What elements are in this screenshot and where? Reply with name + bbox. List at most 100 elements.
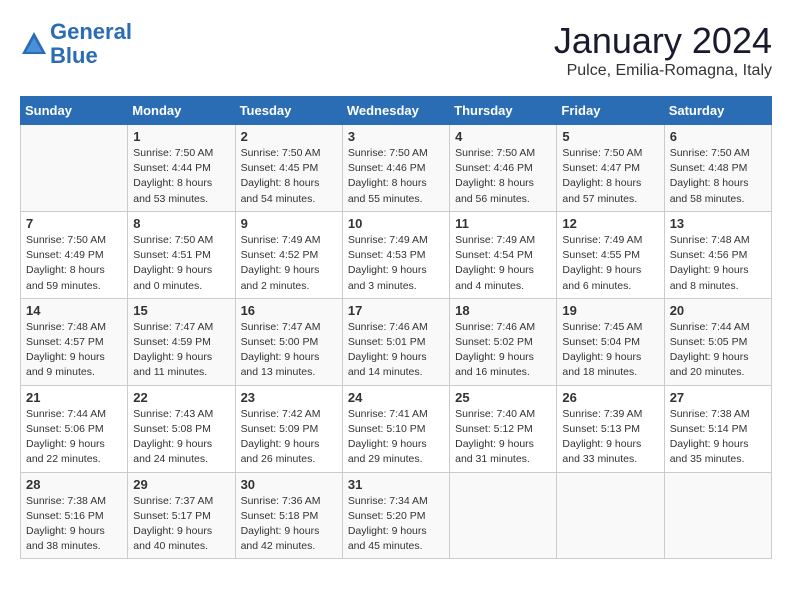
day-number: 2 [241, 129, 337, 144]
header-sunday: Sunday [21, 97, 128, 125]
logo-icon [20, 30, 48, 58]
page-header: General Blue January 2024 Pulce, Emilia-… [20, 20, 772, 80]
calendar-cell: 11 Sunrise: 7:49 AMSunset: 4:54 PMDayligh… [450, 211, 557, 298]
calendar-cell: 21 Sunrise: 7:44 AMSunset: 5:06 PMDayligh… [21, 385, 128, 472]
day-number: 7 [26, 216, 122, 231]
calendar-cell: 19 Sunrise: 7:45 AMSunset: 5:04 PMDayligh… [557, 298, 664, 385]
calendar-cell: 13 Sunrise: 7:48 AMSunset: 4:56 PMDayligh… [664, 211, 771, 298]
day-info: Sunrise: 7:50 AMSunset: 4:46 PMDaylight:… [348, 146, 444, 207]
day-info: Sunrise: 7:47 AMSunset: 5:00 PMDaylight:… [241, 320, 337, 381]
day-number: 4 [455, 129, 551, 144]
day-number: 17 [348, 303, 444, 318]
calendar-cell: 1 Sunrise: 7:50 AMSunset: 4:44 PMDaylight… [128, 125, 235, 212]
day-number: 11 [455, 216, 551, 231]
header-monday: Monday [128, 97, 235, 125]
day-info: Sunrise: 7:38 AMSunset: 5:14 PMDaylight:… [670, 407, 766, 468]
day-info: Sunrise: 7:41 AMSunset: 5:10 PMDaylight:… [348, 407, 444, 468]
calendar-cell: 23Sunrise: 7:42 AMSunset: 5:09 PMDayligh… [235, 385, 342, 472]
calendar-cell: 10Sunrise: 7:49 AMSunset: 4:53 PMDayligh… [342, 211, 449, 298]
calendar-cell: 18 Sunrise: 7:46 AMSunset: 5:02 PMDayligh… [450, 298, 557, 385]
day-info: Sunrise: 7:43 AMSunset: 5:08 PMDaylight:… [133, 407, 229, 468]
calendar-cell: 14 Sunrise: 7:48 AMSunset: 4:57 PMDayligh… [21, 298, 128, 385]
calendar-table: SundayMondayTuesdayWednesdayThursdayFrid… [20, 96, 772, 559]
day-number: 18 [455, 303, 551, 318]
day-info: Sunrise: 7:46 AMSunset: 5:01 PMDaylight:… [348, 320, 444, 381]
day-info: Sunrise: 7:40 AMSunset: 5:12 PMDaylight:… [455, 407, 551, 468]
calendar-cell: 20Sunrise: 7:44 AMSunset: 5:05 PMDayligh… [664, 298, 771, 385]
day-info: Sunrise: 7:50 AMSunset: 4:47 PMDaylight:… [562, 146, 658, 207]
day-number: 21 [26, 390, 122, 405]
calendar-week-row: 1 Sunrise: 7:50 AMSunset: 4:44 PMDaylight… [21, 125, 772, 212]
day-number: 3 [348, 129, 444, 144]
day-info: Sunrise: 7:50 AMSunset: 4:45 PMDaylight:… [241, 146, 337, 207]
day-number: 14 [26, 303, 122, 318]
day-number: 13 [670, 216, 766, 231]
day-number: 31 [348, 477, 444, 492]
calendar-cell: 25 Sunrise: 7:40 AMSunset: 5:12 PMDayligh… [450, 385, 557, 472]
calendar-cell [557, 472, 664, 559]
month-title: January 2024 [554, 20, 772, 62]
header-tuesday: Tuesday [235, 97, 342, 125]
day-number: 1 [133, 129, 229, 144]
calendar-cell [21, 125, 128, 212]
day-info: Sunrise: 7:47 AMSunset: 4:59 PMDaylight:… [133, 320, 229, 381]
day-number: 30 [241, 477, 337, 492]
calendar-cell: 7 Sunrise: 7:50 AMSunset: 4:49 PMDaylight… [21, 211, 128, 298]
day-info: Sunrise: 7:37 AMSunset: 5:17 PMDaylight:… [133, 494, 229, 555]
day-number: 27 [670, 390, 766, 405]
calendar-cell: 5Sunrise: 7:50 AMSunset: 4:47 PMDaylight… [557, 125, 664, 212]
day-number: 8 [133, 216, 229, 231]
day-number: 12 [562, 216, 658, 231]
calendar-cell: 29Sunrise: 7:37 AMSunset: 5:17 PMDayligh… [128, 472, 235, 559]
day-number: 16 [241, 303, 337, 318]
day-info: Sunrise: 7:46 AMSunset: 5:02 PMDaylight:… [455, 320, 551, 381]
calendar-cell [450, 472, 557, 559]
day-info: Sunrise: 7:49 AMSunset: 4:52 PMDaylight:… [241, 233, 337, 294]
logo: General Blue [20, 20, 132, 68]
day-number: 22 [133, 390, 229, 405]
day-number: 19 [562, 303, 658, 318]
day-info: Sunrise: 7:50 AMSunset: 4:48 PMDaylight:… [670, 146, 766, 207]
day-number: 28 [26, 477, 122, 492]
day-number: 25 [455, 390, 551, 405]
day-info: Sunrise: 7:49 AMSunset: 4:55 PMDaylight:… [562, 233, 658, 294]
header-wednesday: Wednesday [342, 97, 449, 125]
day-info: Sunrise: 7:42 AMSunset: 5:09 PMDaylight:… [241, 407, 337, 468]
title-block: January 2024 Pulce, Emilia-Romagna, Ital… [554, 20, 772, 80]
day-info: Sunrise: 7:48 AMSunset: 4:56 PMDaylight:… [670, 233, 766, 294]
calendar-cell [664, 472, 771, 559]
calendar-week-row: 7 Sunrise: 7:50 AMSunset: 4:49 PMDaylight… [21, 211, 772, 298]
calendar-cell: 22 Sunrise: 7:43 AMSunset: 5:08 PMDayligh… [128, 385, 235, 472]
day-number: 10 [348, 216, 444, 231]
calendar-cell: 24Sunrise: 7:41 AMSunset: 5:10 PMDayligh… [342, 385, 449, 472]
day-info: Sunrise: 7:44 AMSunset: 5:06 PMDaylight:… [26, 407, 122, 468]
calendar-cell: 12 Sunrise: 7:49 AMSunset: 4:55 PMDayligh… [557, 211, 664, 298]
calendar-cell: 9 Sunrise: 7:49 AMSunset: 4:52 PMDaylight… [235, 211, 342, 298]
calendar-cell: 15 Sunrise: 7:47 AMSunset: 4:59 PMDayligh… [128, 298, 235, 385]
calendar-week-row: 14 Sunrise: 7:48 AMSunset: 4:57 PMDayligh… [21, 298, 772, 385]
calendar-cell: 27 Sunrise: 7:38 AMSunset: 5:14 PMDayligh… [664, 385, 771, 472]
day-number: 15 [133, 303, 229, 318]
day-info: Sunrise: 7:34 AMSunset: 5:20 PMDaylight:… [348, 494, 444, 555]
logo-text: General Blue [50, 20, 132, 68]
day-number: 20 [670, 303, 766, 318]
calendar-cell: 17 Sunrise: 7:46 AMSunset: 5:01 PMDayligh… [342, 298, 449, 385]
day-info: Sunrise: 7:50 AMSunset: 4:49 PMDaylight:… [26, 233, 122, 294]
day-number: 9 [241, 216, 337, 231]
day-info: Sunrise: 7:50 AMSunset: 4:44 PMDaylight:… [133, 146, 229, 207]
day-info: Sunrise: 7:49 AMSunset: 4:54 PMDaylight:… [455, 233, 551, 294]
day-info: Sunrise: 7:39 AMSunset: 5:13 PMDaylight:… [562, 407, 658, 468]
calendar-cell: 28 Sunrise: 7:38 AMSunset: 5:16 PMDayligh… [21, 472, 128, 559]
day-info: Sunrise: 7:45 AMSunset: 5:04 PMDaylight:… [562, 320, 658, 381]
day-number: 26 [562, 390, 658, 405]
day-info: Sunrise: 7:38 AMSunset: 5:16 PMDaylight:… [26, 494, 122, 555]
day-info: Sunrise: 7:50 AMSunset: 4:51 PMDaylight:… [133, 233, 229, 294]
day-info: Sunrise: 7:48 AMSunset: 4:57 PMDaylight:… [26, 320, 122, 381]
calendar-week-row: 28 Sunrise: 7:38 AMSunset: 5:16 PMDayligh… [21, 472, 772, 559]
calendar-cell: 30Sunrise: 7:36 AMSunset: 5:18 PMDayligh… [235, 472, 342, 559]
calendar-cell: 26 Sunrise: 7:39 AMSunset: 5:13 PMDayligh… [557, 385, 664, 472]
calendar-cell: 4Sunrise: 7:50 AMSunset: 4:46 PMDaylight… [450, 125, 557, 212]
calendar-cell: 6Sunrise: 7:50 AMSunset: 4:48 PMDaylight… [664, 125, 771, 212]
calendar-cell: 31 Sunrise: 7:34 AMSunset: 5:20 PMDayligh… [342, 472, 449, 559]
header-saturday: Saturday [664, 97, 771, 125]
